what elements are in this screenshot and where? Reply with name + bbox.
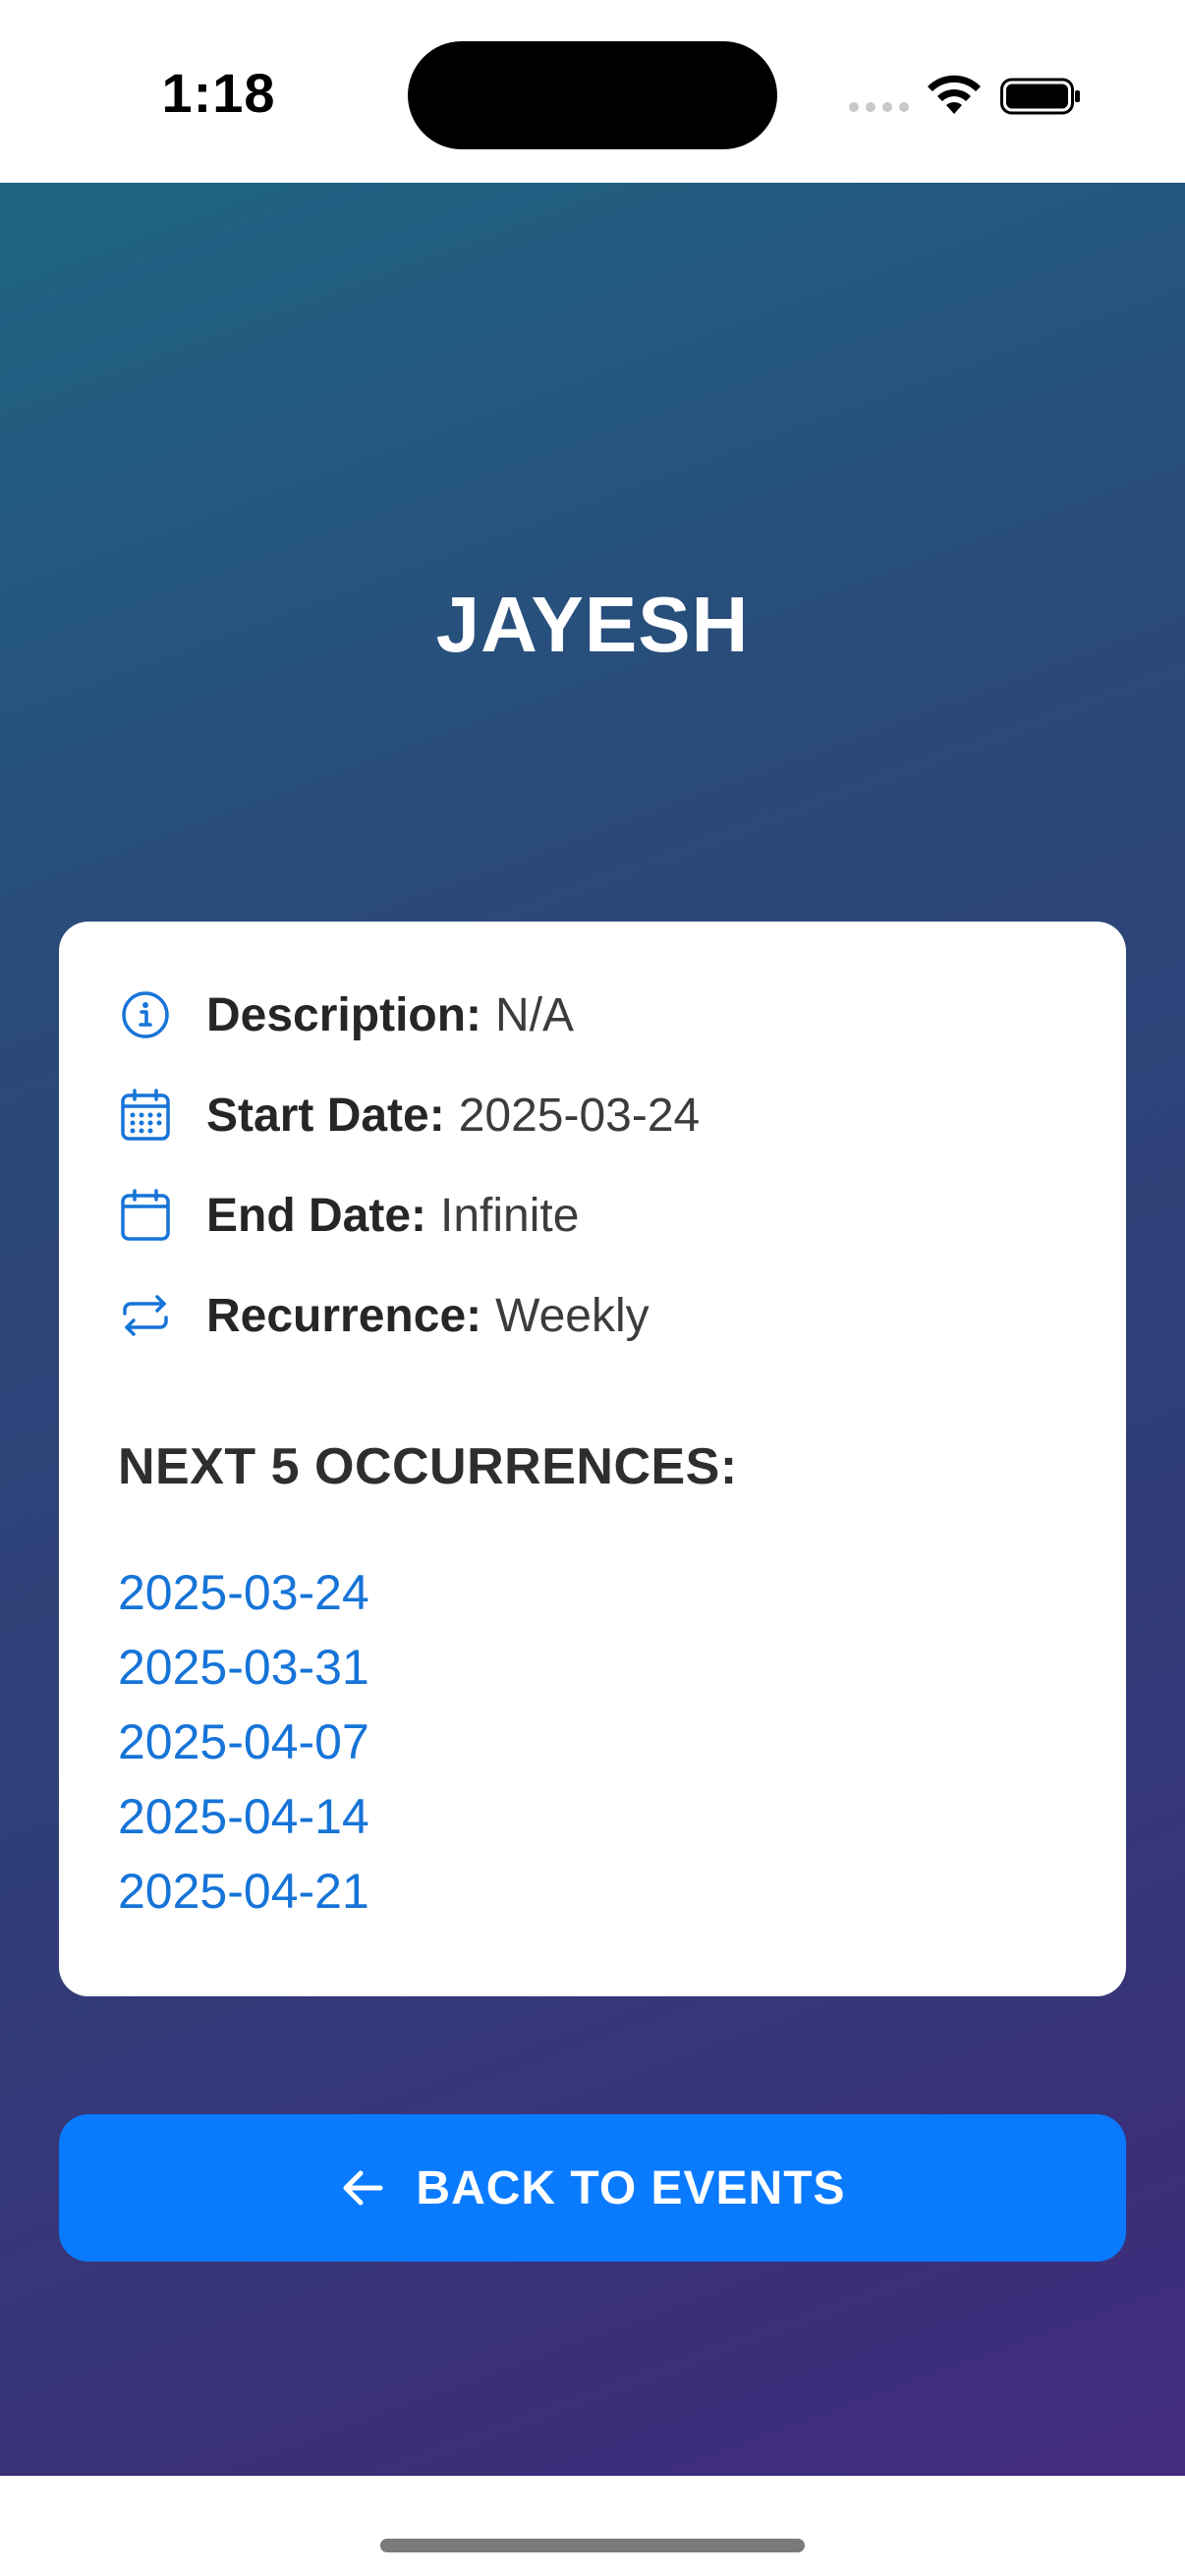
detail-label: End Date: bbox=[206, 1189, 427, 1242]
back-button-label: BACK TO EVENTS bbox=[416, 2161, 846, 2214]
repeat-icon bbox=[118, 1288, 173, 1343]
detail-value: 2025-03-24 bbox=[458, 1089, 701, 1142]
occurrence-date[interactable]: 2025-04-21 bbox=[118, 1854, 369, 1929]
home-area bbox=[0, 2476, 1185, 2576]
detail-label: Description: bbox=[206, 988, 482, 1041]
detail-label: Recurrence: bbox=[206, 1289, 482, 1342]
occurrence-date[interactable]: 2025-04-07 bbox=[118, 1705, 369, 1779]
info-icon bbox=[118, 987, 173, 1042]
occurrences-list: 2025-03-24 2025-03-31 2025-04-07 2025-04… bbox=[118, 1555, 369, 1929]
status-bar: 1:18 bbox=[0, 0, 1185, 183]
cellular-signal-icon bbox=[849, 102, 909, 112]
back-to-events-button[interactable]: BACK TO EVENTS bbox=[59, 2114, 1126, 2262]
detail-value: N/A bbox=[495, 988, 575, 1041]
detail-label: Start Date: bbox=[206, 1089, 445, 1142]
dynamic-island bbox=[408, 41, 777, 149]
calendar-dots-icon bbox=[118, 1088, 173, 1143]
occurrence-date[interactable]: 2025-03-31 bbox=[118, 1630, 369, 1705]
detail-row-end-date: End Date: Infinite bbox=[118, 1186, 579, 1245]
occurrence-date[interactable]: 2025-04-14 bbox=[118, 1779, 369, 1854]
arrow-left-icon bbox=[343, 2170, 383, 2206]
event-title: JAYESH bbox=[435, 581, 750, 668]
wifi-icon bbox=[928, 75, 981, 114]
detail-value: Weekly bbox=[495, 1289, 649, 1342]
calendar-icon bbox=[118, 1188, 173, 1243]
occurrence-date[interactable]: 2025-03-24 bbox=[118, 1555, 369, 1630]
home-indicator[interactable] bbox=[380, 2539, 805, 2552]
main-content: JAYESH Description: N/A Start Date: 2025… bbox=[0, 183, 1185, 2476]
event-details-card: Description: N/A Start Date: 2025-03-24 … bbox=[59, 922, 1126, 1996]
detail-row-recurrence: Recurrence: Weekly bbox=[118, 1286, 649, 1345]
occurrences-heading: NEXT 5 OCCURRENCES: bbox=[118, 1438, 738, 1495]
event-detail-screen: 1:18 JAYESH Description: N/A Start Date:… bbox=[0, 0, 1185, 2576]
detail-value: Infinite bbox=[440, 1189, 580, 1242]
battery-icon bbox=[1000, 78, 1080, 115]
detail-row-description: Description: N/A bbox=[118, 985, 574, 1044]
status-time: 1:18 bbox=[161, 62, 276, 124]
detail-row-start-date: Start Date: 2025-03-24 bbox=[118, 1086, 700, 1145]
